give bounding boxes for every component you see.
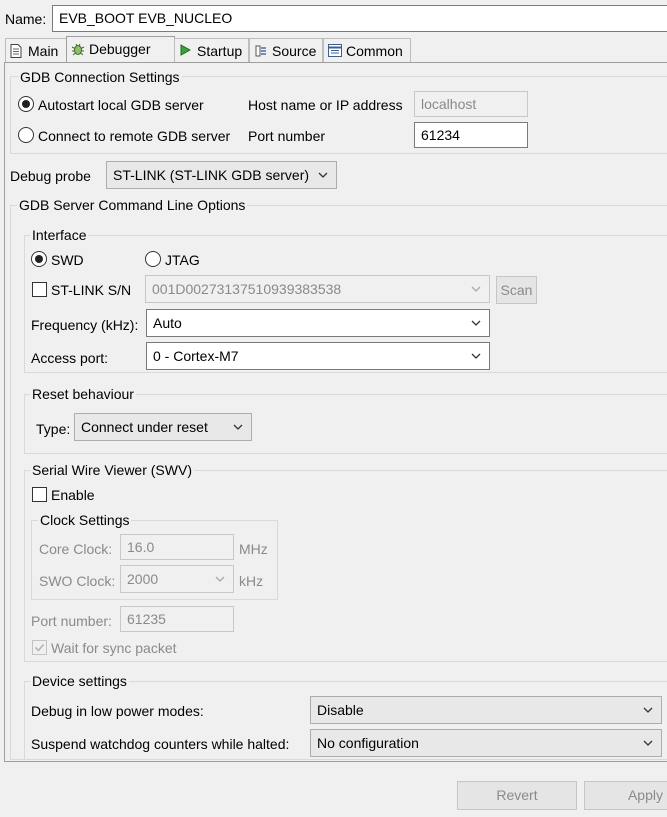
name-input[interactable]: EVB_BOOT EVB_NUCLEO — [52, 5, 667, 32]
chevron-down-icon — [233, 424, 243, 430]
swo-clock-label: SWO Clock: — [39, 573, 116, 589]
chevron-down-icon — [643, 740, 653, 746]
wait-sync-checkbox[interactable] — [32, 640, 47, 655]
clock-settings-title: Clock Settings — [38, 511, 132, 529]
autostart-radio[interactable] — [18, 96, 34, 112]
gdb-connection-title: GDB Connection Settings — [18, 68, 182, 86]
core-clock-label: Core Clock: — [39, 541, 113, 557]
tab-common[interactable]: Common — [323, 38, 411, 62]
swo-clock-unit: kHz — [239, 573, 264, 589]
swv-enable-checkbox[interactable] — [32, 487, 47, 502]
stlink-sn-value: 001D00273137510939383538 — [152, 281, 342, 297]
window-icon — [328, 44, 342, 57]
swv-enable-label: Enable — [51, 487, 95, 503]
tab-debugger-label: Debugger — [89, 41, 151, 57]
debug-probe-value: ST-LINK (ST-LINK GDB server) — [113, 167, 310, 183]
remote-label: Connect to remote GDB server — [38, 128, 231, 144]
frequency-label: Frequency (kHz): — [31, 317, 139, 333]
port-label: Port number — [248, 128, 326, 144]
tab-source[interactable]: Source — [249, 38, 323, 62]
swd-radio[interactable] — [31, 251, 47, 267]
frequency-value: Auto — [153, 315, 182, 331]
chevron-down-icon — [471, 353, 481, 359]
swo-clock-value: 2000 — [127, 571, 159, 587]
autostart-label: Autostart local GDB server — [38, 97, 204, 113]
bug-icon — [71, 43, 85, 56]
stlink-sn-select[interactable]: 001D00273137510939383538 — [145, 275, 490, 303]
reset-type-select[interactable]: Connect under reset — [74, 413, 252, 441]
tab-common-label: Common — [346, 43, 403, 59]
swd-label: SWD — [51, 252, 84, 268]
chevron-down-icon — [215, 576, 225, 582]
port-input[interactable]: 61234 — [414, 122, 528, 148]
name-label: Name: — [5, 11, 47, 27]
tab-debugger[interactable]: Debugger — [66, 36, 175, 63]
watchdog-label: Suspend watchdog counters while halted: — [31, 736, 290, 752]
chevron-down-icon — [318, 172, 328, 178]
reset-title: Reset behaviour — [30, 385, 136, 403]
apply-button[interactable]: Apply — [584, 781, 667, 810]
device-settings-title: Device settings — [30, 672, 129, 690]
chevron-down-icon — [471, 286, 481, 292]
low-power-value: Disable — [317, 702, 364, 718]
chevron-down-icon — [471, 320, 481, 326]
stlink-sn-label: ST-LINK S/N — [51, 282, 132, 298]
document-icon — [10, 44, 22, 58]
swv-title: Serial Wire Viewer (SWV) — [30, 461, 194, 479]
access-port-value: 0 - Cortex-M7 — [153, 348, 239, 364]
tab-startup-label: Startup — [197, 43, 243, 59]
low-power-select[interactable]: Disable — [310, 696, 662, 724]
wait-sync-label: Wait for sync packet — [51, 640, 177, 656]
remote-radio[interactable] — [18, 127, 34, 143]
interface-title: Interface — [30, 226, 89, 244]
checkmark-icon — [34, 643, 45, 652]
stlink-sn-checkbox[interactable] — [32, 282, 47, 297]
tab-source-label: Source — [272, 43, 317, 59]
source-icon — [255, 45, 266, 57]
server-options-title: GDB Server Command Line Options — [17, 196, 248, 214]
swv-port-input[interactable]: 61235 — [120, 606, 234, 632]
reset-type-value: Connect under reset — [81, 419, 208, 435]
jtag-radio[interactable] — [145, 251, 161, 267]
frequency-select[interactable]: Auto — [146, 309, 490, 337]
low-power-label: Debug in low power modes: — [31, 703, 204, 719]
tab-main[interactable]: Main — [5, 38, 67, 62]
chevron-down-icon — [643, 707, 653, 713]
revert-button[interactable]: Revert — [457, 781, 577, 810]
debug-probe-select[interactable]: ST-LINK (ST-LINK GDB server) — [106, 161, 337, 189]
scan-button[interactable]: Scan — [496, 276, 537, 304]
core-clock-input[interactable]: 16.0 — [120, 534, 234, 560]
reset-type-label: Type: — [36, 421, 71, 437]
jtag-label: JTAG — [165, 252, 200, 268]
swo-clock-select[interactable]: 2000 — [120, 565, 234, 593]
core-clock-unit: MHz — [239, 541, 268, 557]
watchdog-value: No configuration — [317, 735, 419, 751]
tab-main-label: Main — [28, 43, 59, 59]
play-icon — [180, 44, 191, 56]
host-label: Host name or IP address — [248, 97, 403, 113]
access-port-select[interactable]: 0 - Cortex-M7 — [146, 342, 490, 370]
access-port-label: Access port: — [31, 350, 109, 366]
watchdog-select[interactable]: No configuration — [310, 729, 662, 757]
swv-port-label: Port number: — [31, 613, 112, 629]
tab-startup[interactable]: Startup — [174, 38, 249, 62]
debug-probe-label: Debug probe — [10, 168, 91, 184]
host-input[interactable]: localhost — [414, 91, 528, 117]
